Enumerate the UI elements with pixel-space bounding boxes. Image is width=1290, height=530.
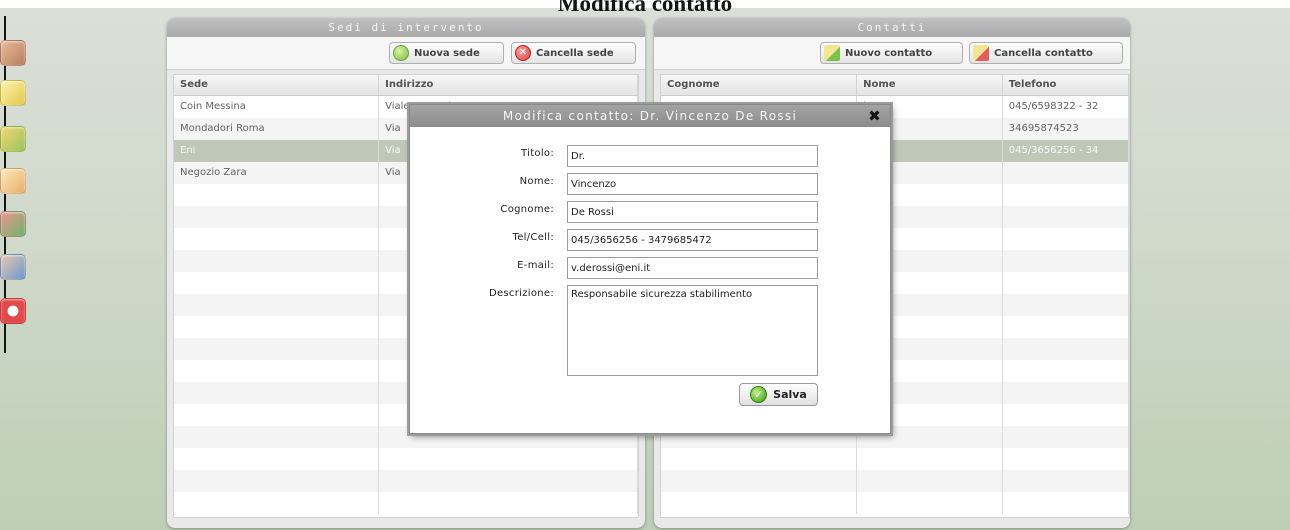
descrizione-field[interactable]: Responsabile sicurezza stabilimento xyxy=(567,285,818,376)
nome-label: Nome: xyxy=(519,176,554,187)
cognome-label: Cognome: xyxy=(500,204,554,215)
save-label: Salva xyxy=(773,388,807,401)
email-label: E-mail: xyxy=(517,260,554,271)
titolo-row: Titolo: xyxy=(410,145,890,167)
descrizione-row: Descrizione: Responsabile sicurezza stab… xyxy=(410,285,890,376)
tel-field[interactable] xyxy=(567,229,818,251)
cognome-row: Cognome: xyxy=(410,201,890,223)
titolo-field[interactable] xyxy=(567,145,818,167)
tel-row: Tel/Cell: xyxy=(410,229,890,251)
nome-field[interactable] xyxy=(567,173,818,195)
email-field[interactable] xyxy=(567,257,818,279)
tel-label: Tel/Cell: xyxy=(512,232,554,243)
close-icon[interactable]: ✖ xyxy=(868,105,882,127)
edit-contact-dialog: Modifica contatto: Dr. Vincenzo De Rossi… xyxy=(409,104,891,434)
save-button[interactable]: ✓ Salva xyxy=(739,383,818,406)
checkmark-icon: ✓ xyxy=(750,386,768,403)
titolo-label: Titolo: xyxy=(521,148,554,159)
dialog-titlebar[interactable]: Modifica contatto: Dr. Vincenzo De Rossi… xyxy=(410,105,890,127)
cognome-field[interactable] xyxy=(567,201,818,223)
dialog-title: Modifica contatto: Dr. Vincenzo De Rossi xyxy=(502,109,798,123)
descrizione-label: Descrizione: xyxy=(488,288,554,299)
email-row: E-mail: xyxy=(410,257,890,279)
nome-row: Nome: xyxy=(410,173,890,195)
